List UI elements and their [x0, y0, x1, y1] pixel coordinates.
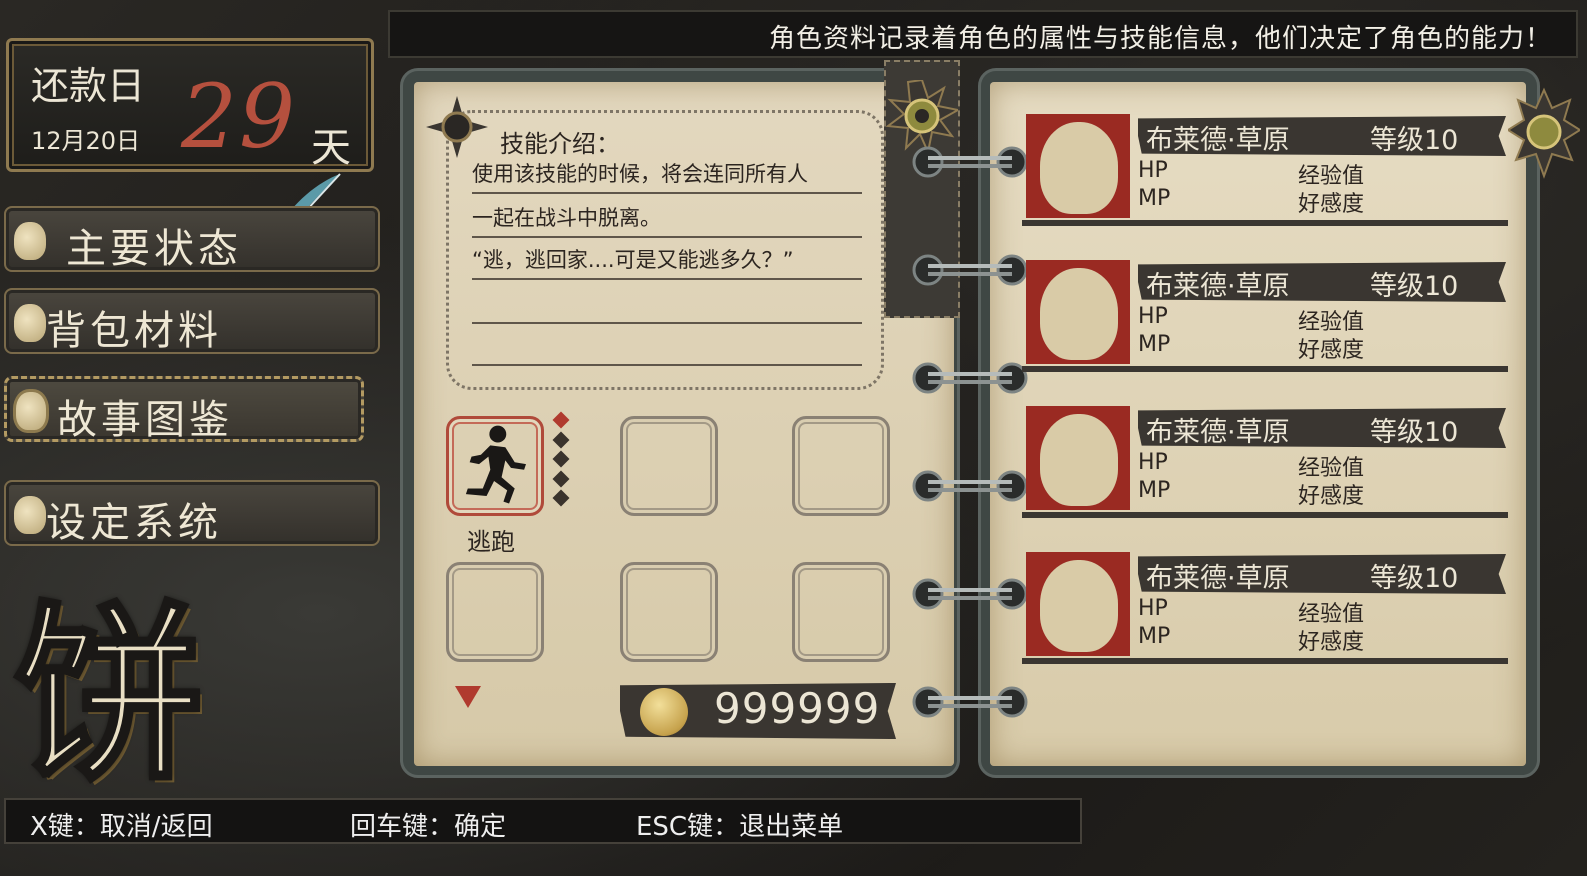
binder-ring-icon: [912, 578, 1028, 610]
skill-slot-escape[interactable]: [446, 416, 544, 516]
binder-ring-icon: [912, 470, 1028, 502]
skill-slot-empty[interactable]: [446, 562, 544, 662]
due-date-label: 还款日: [31, 64, 146, 108]
hp-label: HP: [1138, 158, 1168, 183]
character-portrait: [1026, 552, 1130, 656]
character-card[interactable]: 布莱德·草原 等级10 HP MP 经验值 好感度: [1022, 552, 1508, 674]
menu-item-settings[interactable]: 设定系统: [4, 480, 380, 546]
menu-label: 设定系统: [46, 500, 222, 546]
character-card[interactable]: 布莱德·草原 等级10 HP MP 经验值 好感度: [1022, 114, 1508, 236]
affinity-label: 好感度: [1298, 484, 1365, 509]
skill-slot-empty[interactable]: [620, 562, 718, 662]
mp-label: MP: [1138, 332, 1171, 357]
skill-desc-line: 一起在战斗中脱离。: [472, 196, 862, 238]
menu-label: 背包材料: [46, 308, 222, 354]
skill-quote-line: “逃，逃回家....可是又能逃多久？”: [472, 238, 862, 280]
sun-medallion-icon: [1508, 80, 1580, 200]
affinity-label: 好感度: [1298, 630, 1365, 655]
menu-item-story[interactable]: 故事图鉴: [4, 376, 364, 443]
hp-label: HP: [1138, 450, 1168, 475]
skill-slot-empty[interactable]: [620, 416, 718, 516]
row-divider: [1022, 366, 1508, 372]
skill-slot-empty[interactable]: [792, 562, 890, 662]
level-pip: [552, 470, 570, 487]
hp-label: HP: [1138, 304, 1168, 329]
character-level: 等级10: [1370, 125, 1459, 156]
skill-desc-line: [472, 324, 862, 366]
level-pip: [552, 489, 570, 507]
silhouette-head: [1040, 414, 1118, 506]
character-portrait: [1026, 114, 1130, 218]
affinity-label: 好感度: [1298, 192, 1365, 217]
row-divider: [1022, 512, 1508, 518]
game-logo: 饼: [12, 583, 206, 806]
binder-ring-icon: [912, 254, 1028, 286]
help-cancel: X键：取消/返回: [30, 812, 213, 842]
character-card[interactable]: 布莱德·草原 等级10 HP MP 经验值 好感度: [1022, 406, 1508, 528]
binder-ring-icon: [912, 146, 1028, 178]
due-date-value: 12月20日: [31, 127, 141, 155]
compass-icon: [426, 96, 488, 158]
mp-label: MP: [1138, 186, 1171, 211]
controls-help-bar: X键：取消/返回 回车键：确定 ESC键：退出菜单: [4, 798, 1082, 844]
help-exit: ESC键：退出菜单: [636, 812, 844, 842]
running-man-icon: [465, 425, 526, 504]
level-pip-filled: [552, 411, 570, 429]
coin-bag-icon: [13, 389, 49, 433]
character-portrait: [1026, 406, 1130, 510]
level-pip: [552, 431, 570, 448]
row-divider: [1022, 220, 1508, 226]
coin-bag-icon: [14, 496, 46, 534]
sun-medallion-icon: [886, 80, 958, 152]
character-level: 等级10: [1370, 563, 1459, 594]
menu-label: 主要状态: [66, 226, 242, 272]
menu-item-status[interactable]: 主要状态: [4, 206, 380, 272]
character-level: 等级10: [1370, 271, 1459, 302]
hp-label: HP: [1138, 596, 1168, 621]
character-name: 布莱德·草原: [1146, 563, 1290, 594]
skill-desc-line: [472, 282, 862, 324]
row-divider: [1022, 658, 1508, 664]
character-level: 等级10: [1370, 417, 1459, 448]
skill-level-indicator: [552, 411, 570, 512]
mp-label: MP: [1138, 624, 1171, 649]
skill-slot-label: 逃跑: [467, 528, 515, 556]
character-name: 布莱德·草原: [1146, 125, 1290, 156]
days-unit: 天: [311, 125, 351, 171]
coin-bag-icon: [14, 222, 46, 260]
silhouette-head: [1040, 268, 1118, 360]
binder-ring-icon: [912, 686, 1028, 718]
help-confirm: 回车键：确定: [350, 812, 507, 842]
character-name: 布莱德·草原: [1146, 417, 1290, 448]
silhouette-head: [1040, 560, 1118, 652]
days-remaining: 29: [181, 65, 297, 168]
character-name: 布莱德·草原: [1146, 271, 1290, 302]
gold-amount: 999999: [714, 684, 881, 733]
binder-ring-icon: [912, 362, 1028, 394]
due-date-panel: 还款日 12月20日 29 天: [6, 38, 374, 172]
skill-slot-empty[interactable]: [792, 416, 890, 516]
coin-bag-icon: [14, 304, 46, 342]
level-pip: [552, 450, 570, 468]
character-card[interactable]: 布莱德·草原 等级10 HP MP 经验值 好感度: [1022, 260, 1508, 382]
scroll-down-arrow-icon[interactable]: [455, 686, 481, 708]
character-portrait: [1026, 260, 1130, 364]
skill-desc-line: 使用该技能的时候，将会连同所有人: [472, 152, 862, 194]
menu-item-inventory[interactable]: 背包材料: [4, 288, 380, 354]
silhouette-head: [1040, 122, 1118, 214]
hint-banner: 角色资料记录着角色的属性与技能信息，他们决定了角色的能力！: [388, 10, 1578, 58]
mp-label: MP: [1138, 478, 1171, 503]
affinity-label: 好感度: [1298, 338, 1365, 363]
menu-label: 故事图鉴: [57, 397, 233, 443]
gold-coin-icon: [640, 688, 688, 736]
